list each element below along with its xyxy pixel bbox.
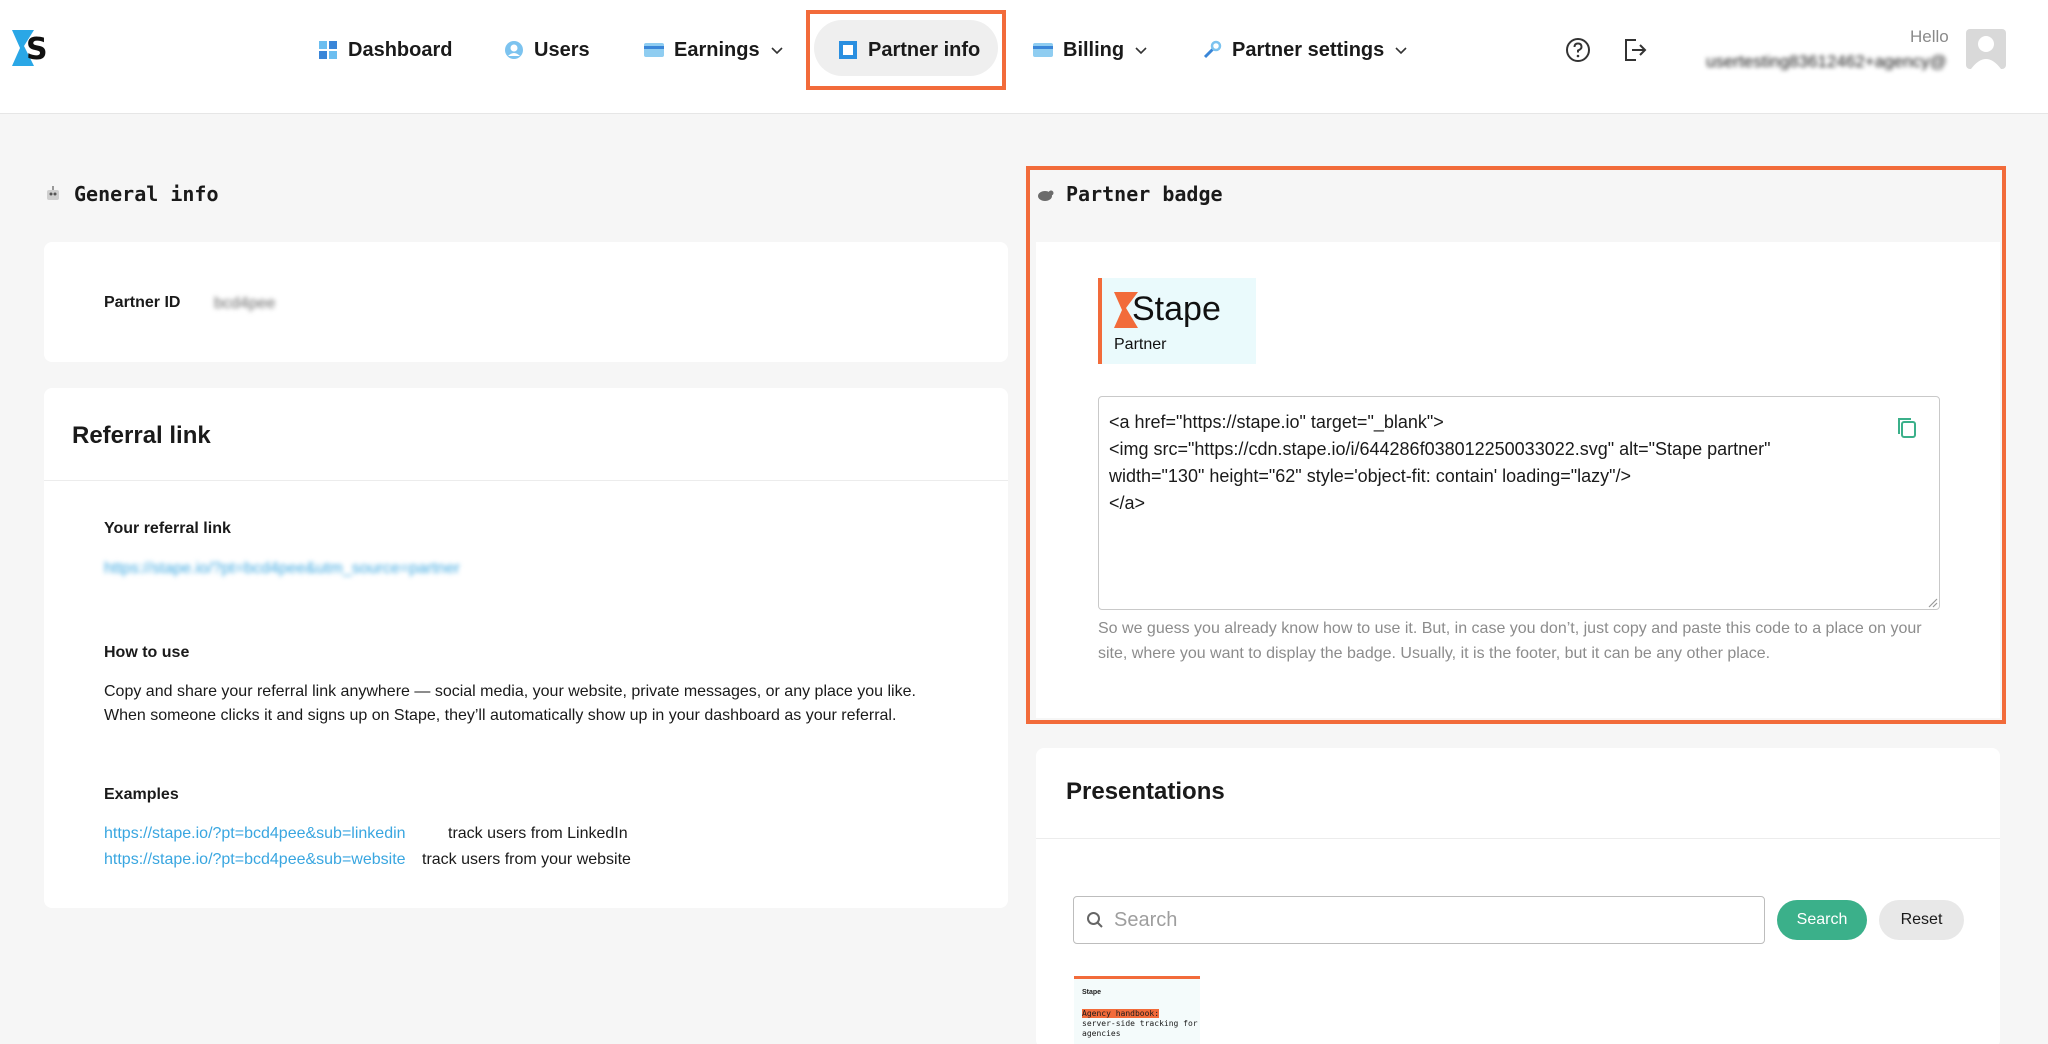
example-link-website[interactable]: https://stape.io/?pt=bcd4pee&sub=website xyxy=(104,851,418,869)
svg-text:S: S xyxy=(26,32,48,67)
example-link-linkedin[interactable]: https://stape.io/?pt=bcd4pee&sub=linkedi… xyxy=(104,825,444,843)
referral-card: Referral link Your referral link https:/… xyxy=(44,388,1008,908)
general-info-card: Partner ID bcd4pee xyxy=(44,242,1008,362)
user-email: usertesting83612462+agency@... xyxy=(1706,52,1946,70)
how-to-use-line-1: Copy and share your referral link anywhe… xyxy=(104,683,916,700)
user-icon xyxy=(505,41,523,59)
nav-users-label: Users xyxy=(534,38,590,61)
presentation-thumbnail[interactable]: Stape Agency handbook: server-side track… xyxy=(1074,976,1200,1044)
reset-button[interactable]: Reset xyxy=(1879,900,1964,940)
search-input[interactable] xyxy=(1114,908,1764,932)
example-row-2: https://stape.io/?pt=bcd4pee&sub=website… xyxy=(104,848,631,872)
billing-card-icon xyxy=(1033,43,1053,57)
example-text-linkedin: track users from LinkedIn xyxy=(448,825,628,842)
chevron-down-icon xyxy=(771,47,783,55)
help-icon[interactable] xyxy=(1564,36,1592,64)
hello-label: Hello xyxy=(1910,27,1949,46)
referral-title: Referral link xyxy=(72,422,211,449)
general-info-heading: General info xyxy=(44,182,219,206)
search-icon xyxy=(1087,912,1103,928)
stape-logo-icon[interactable]: S xyxy=(12,28,54,68)
example-row-1: https://stape.io/?pt=bcd4pee&sub=linkedi… xyxy=(104,822,628,846)
divider xyxy=(44,480,1008,481)
chevron-down-icon xyxy=(1135,47,1147,55)
general-info-title: General info xyxy=(74,182,219,206)
your-referral-link-label: Your referral link xyxy=(104,520,231,537)
nav-billing[interactable]: Billing xyxy=(1033,30,1148,70)
nav-dashboard[interactable]: Dashboard xyxy=(318,30,452,70)
how-to-use-line-2: When someone clicks it and signs up on S… xyxy=(104,707,897,724)
nav-dashboard-label: Dashboard xyxy=(348,38,453,61)
nav-users[interactable]: Users xyxy=(504,30,590,70)
divider xyxy=(1036,838,2000,839)
avatar[interactable] xyxy=(1966,29,2006,69)
thumb-brand: Stape xyxy=(1082,989,1102,996)
highlight-partner-info xyxy=(806,10,1006,90)
thumb-title-rest: server-side tracking for agencies xyxy=(1082,1019,1198,1038)
example-text-website: track users from your website xyxy=(422,851,631,868)
presentations-title: Presentations xyxy=(1066,778,1225,805)
search-button[interactable]: Search xyxy=(1777,900,1867,940)
chevron-down-icon xyxy=(1395,47,1407,55)
thumb-title-highlight: Agency handbook: xyxy=(1082,1009,1160,1018)
nav-earnings-label: Earnings xyxy=(674,38,760,61)
nav-partner-settings[interactable]: Partner settings xyxy=(1202,30,1408,70)
wrench-icon xyxy=(1203,40,1222,59)
partner-id-value: bcd4pee xyxy=(214,295,276,312)
avatar-icon xyxy=(1971,36,2001,69)
how-to-use-label: How to use xyxy=(104,644,190,661)
nav-partner-settings-label: Partner settings xyxy=(1232,38,1385,61)
highlight-partner-badge xyxy=(1026,166,2006,724)
partner-id-label: Partner ID xyxy=(104,294,181,311)
thumb-title: Agency handbook: server-side tracking fo… xyxy=(1082,1009,1200,1039)
logout-icon[interactable] xyxy=(1620,36,1648,64)
top-navigation-bar: S Dashboard Users Earnings Partner info … xyxy=(0,0,2048,114)
nav-earnings[interactable]: Earnings xyxy=(644,30,784,70)
robot-icon xyxy=(47,186,59,200)
your-referral-link[interactable]: https://stape.io/?pt=bcd4pee&utm_source=… xyxy=(104,560,460,578)
nav-billing-label: Billing xyxy=(1063,38,1125,61)
card-icon xyxy=(644,43,664,57)
dashboard-icon xyxy=(319,41,337,59)
examples-label: Examples xyxy=(104,786,179,803)
search-field[interactable] xyxy=(1073,896,1765,944)
